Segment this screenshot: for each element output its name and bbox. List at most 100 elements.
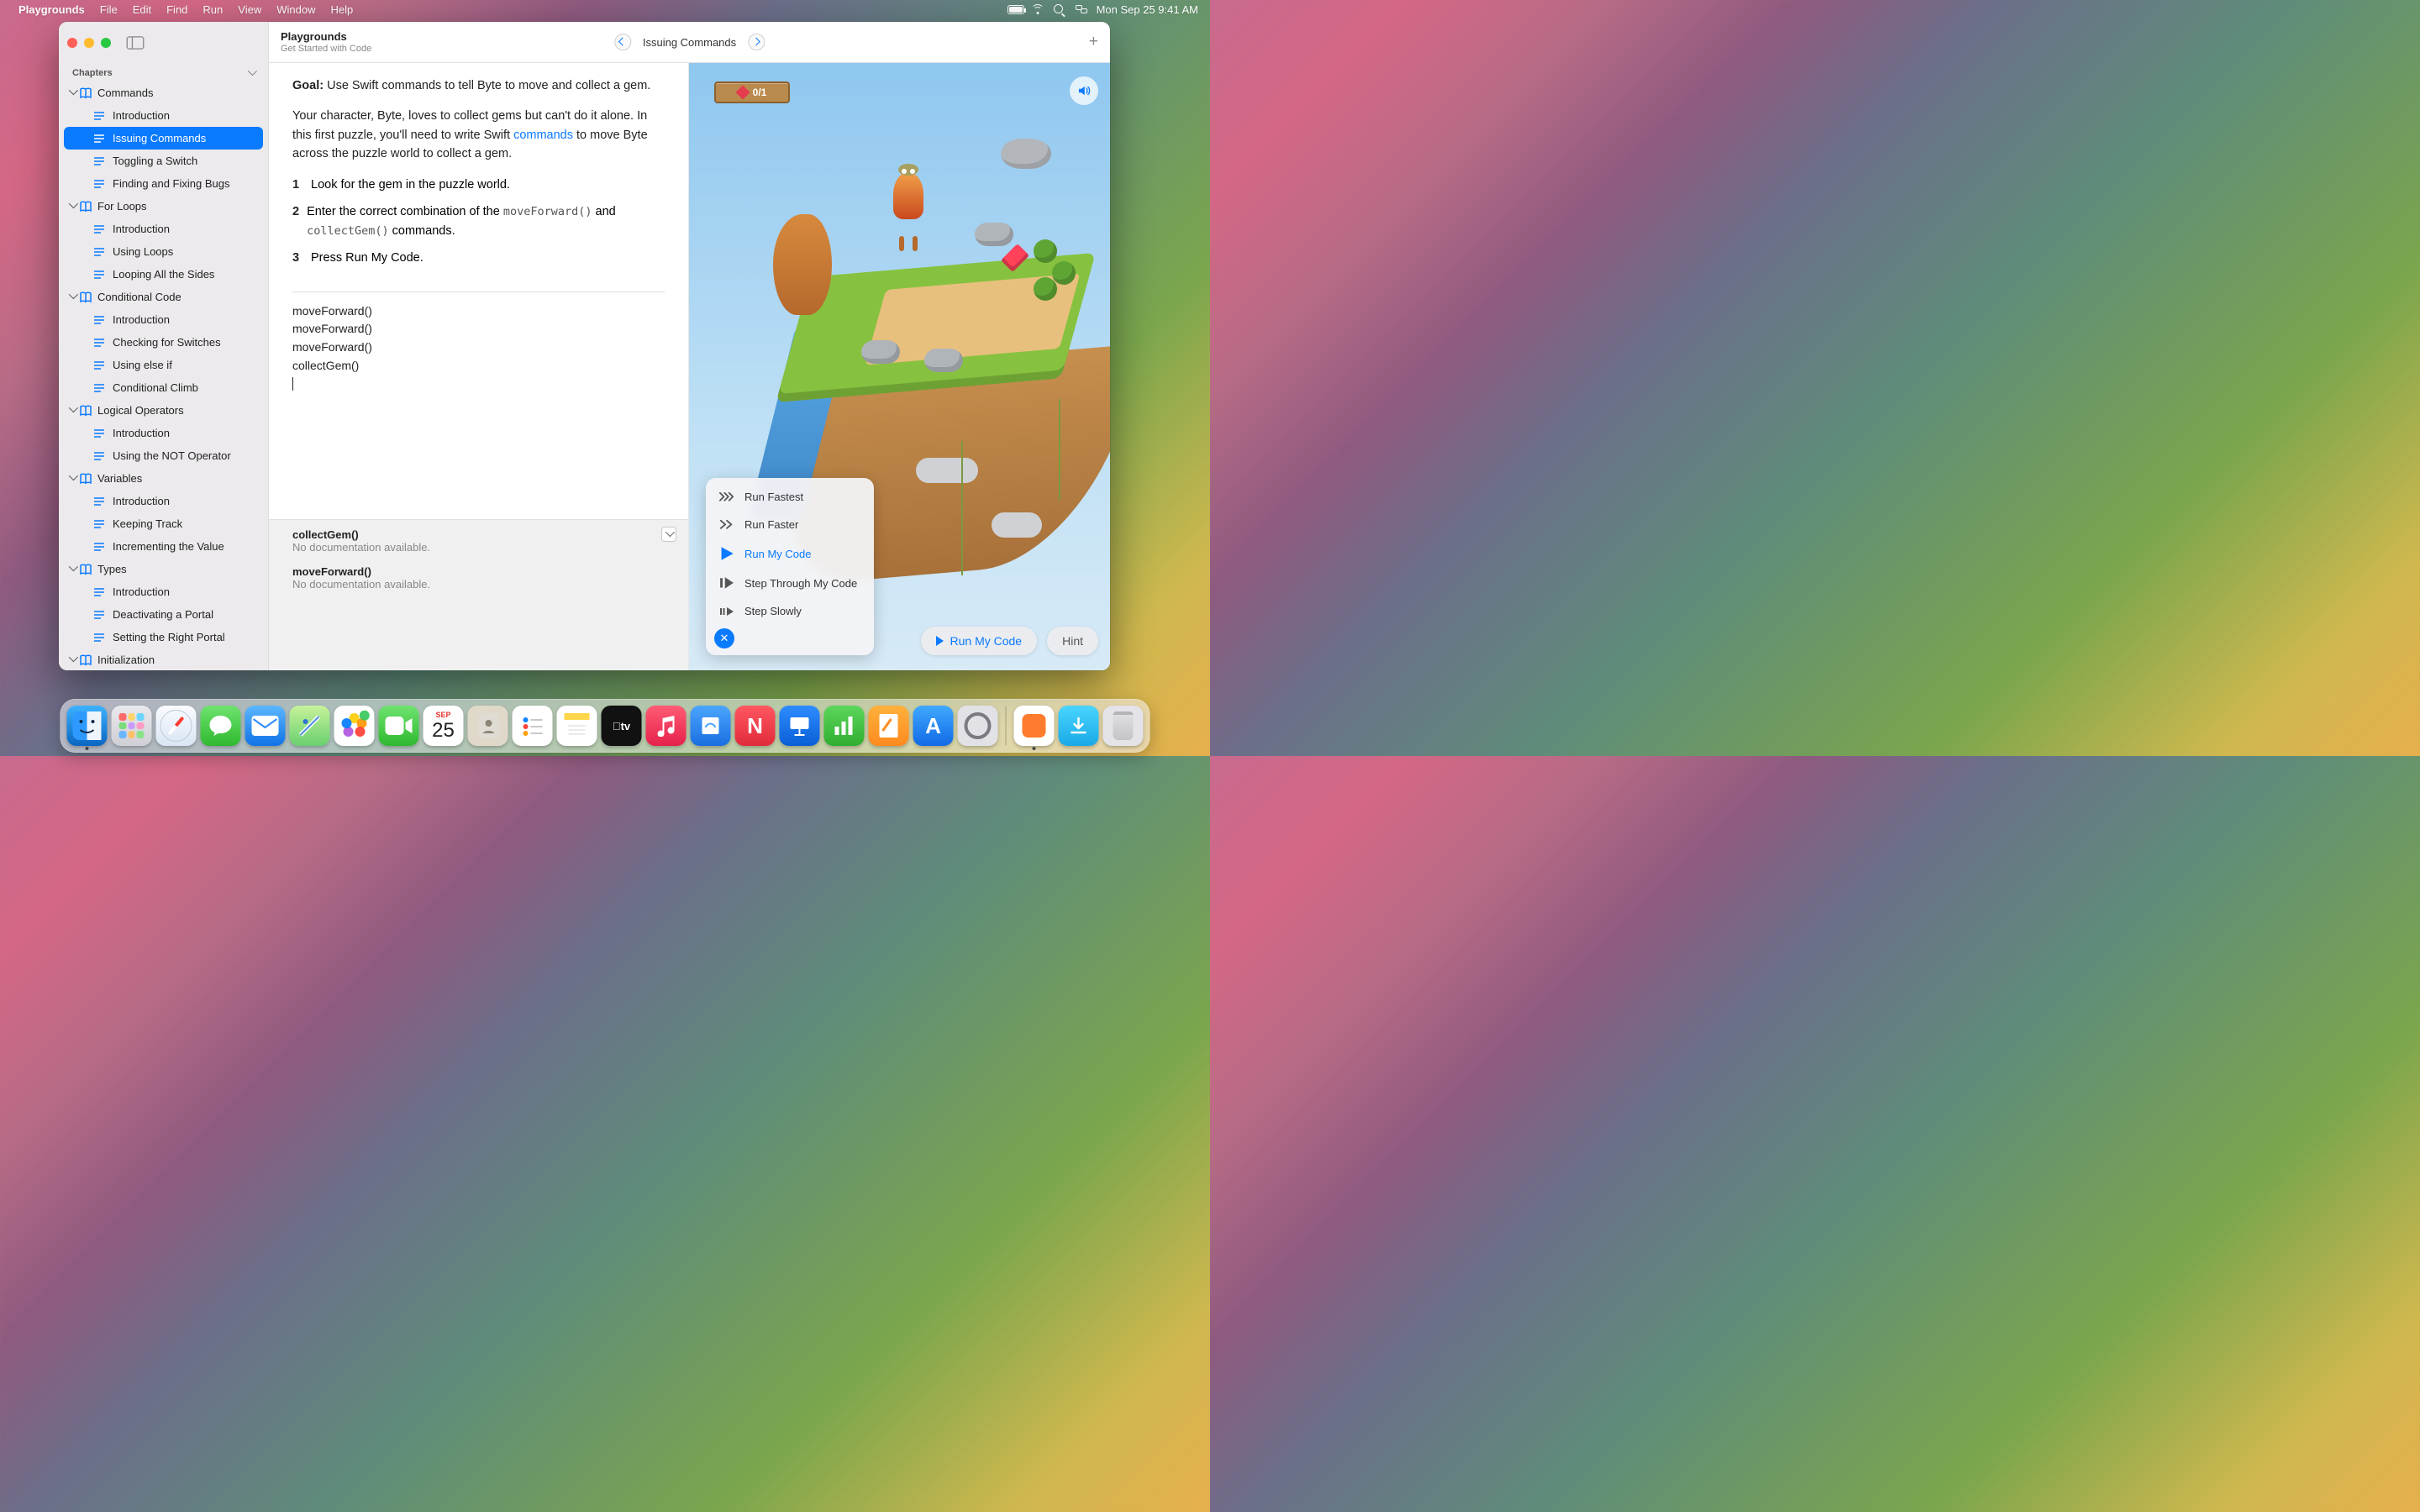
page-row[interactable]: Introduction — [59, 104, 268, 127]
dock-notes[interactable] — [557, 706, 597, 746]
menu-find[interactable]: Find — [166, 3, 187, 16]
run-menu-item[interactable]: Run Fastest — [706, 483, 874, 511]
minimize-window-button[interactable] — [84, 38, 94, 48]
chapter-row[interactable]: Commands — [59, 81, 268, 104]
dock-maps[interactable] — [290, 706, 330, 746]
dock-app-store[interactable] — [913, 706, 954, 746]
chapter-row[interactable]: Variables — [59, 467, 268, 490]
dock-music[interactable] — [646, 706, 687, 746]
page-title: Deactivating a Portal — [113, 608, 213, 621]
dock-pages[interactable] — [869, 706, 909, 746]
byte-character — [891, 172, 926, 239]
dock-downloads[interactable] — [1059, 706, 1099, 746]
page-title: Issuing Commands — [643, 36, 736, 49]
dock-keynote[interactable] — [780, 706, 820, 746]
collapse-panel-button[interactable] — [661, 527, 676, 542]
add-button[interactable]: + — [1089, 33, 1098, 50]
page-row[interactable]: Looping All the Sides — [59, 263, 268, 286]
run-menu-item[interactable]: Run Faster — [706, 511, 874, 538]
page-row[interactable]: Introduction — [59, 218, 268, 240]
menu-edit[interactable]: Edit — [133, 3, 151, 16]
dock-photos[interactable] — [334, 706, 375, 746]
dock-freeform[interactable] — [691, 706, 731, 746]
next-page-button[interactable] — [748, 34, 765, 50]
chapter-row[interactable]: Initialization — [59, 648, 268, 670]
dock-facetime[interactable] — [379, 706, 419, 746]
page-row[interactable]: Introduction — [59, 490, 268, 512]
menu-help[interactable]: Help — [330, 3, 353, 16]
close-run-menu-button[interactable]: ✕ — [714, 628, 734, 648]
spotlight-icon[interactable] — [1051, 4, 1068, 15]
dock-contacts[interactable] — [468, 706, 508, 746]
sidebar-toggle-icon[interactable] — [126, 36, 145, 50]
dock-tv[interactable]: tv — [602, 706, 642, 746]
chapter-title: Logical Operators — [97, 404, 184, 417]
dock-swift-playgrounds[interactable] — [1014, 706, 1055, 746]
dock-safari[interactable] — [156, 706, 197, 746]
page-row[interactable]: Conditional Climb — [59, 376, 268, 399]
zoom-window-button[interactable] — [101, 38, 111, 48]
control-center-icon[interactable] — [1073, 5, 1090, 13]
speaker-button[interactable] — [1070, 76, 1098, 105]
dock-reminders[interactable] — [513, 706, 553, 746]
page-row[interactable]: Using else if — [59, 354, 268, 376]
page-row[interactable]: Introduction — [59, 308, 268, 331]
page-row[interactable]: Incrementing the Value — [59, 535, 268, 558]
dock-system-settings[interactable] — [958, 706, 998, 746]
chapter-row[interactable]: For Loops — [59, 195, 268, 218]
hint-button[interactable]: Hint — [1047, 627, 1098, 655]
page-icon — [92, 449, 106, 463]
dock-launchpad[interactable] — [112, 706, 152, 746]
page-row[interactable]: Issuing Commands — [64, 127, 263, 150]
menubar-clock[interactable]: Mon Sep 25 9:41 AM — [1097, 3, 1198, 16]
dock-trash[interactable] — [1103, 706, 1144, 746]
chapter-title: Variables — [97, 472, 142, 485]
run-menu-item[interactable]: Step Through My Code — [706, 569, 874, 597]
menu-file[interactable]: File — [100, 3, 118, 16]
page-title: Toggling a Switch — [113, 155, 197, 167]
page-row[interactable]: Setting the Right Portal — [59, 626, 268, 648]
page-row[interactable]: Introduction — [59, 580, 268, 603]
page-row[interactable]: Using the NOT Operator — [59, 444, 268, 467]
floating-rock-icon — [1001, 139, 1051, 169]
goal-label: Goal: — [292, 79, 324, 92]
prev-page-button[interactable] — [614, 34, 631, 50]
run-menu-item[interactable]: Step Slowly — [706, 597, 874, 625]
run-menu-item[interactable]: Run My Code — [706, 538, 874, 569]
dock-messages[interactable] — [201, 706, 241, 746]
menu-view[interactable]: View — [238, 3, 261, 16]
dock-news[interactable]: N — [735, 706, 776, 746]
page-icon — [92, 631, 106, 644]
chapters-header[interactable]: Chapters — [59, 63, 268, 81]
page-row[interactable]: Toggling a Switch — [59, 150, 268, 172]
commands-link[interactable]: commands — [513, 129, 573, 142]
dock-mail[interactable] — [245, 706, 286, 746]
dock-finder[interactable] — [67, 706, 108, 746]
battery-icon[interactable] — [1007, 5, 1024, 14]
page-row[interactable]: Using Loops — [59, 240, 268, 263]
wifi-icon[interactable] — [1029, 4, 1046, 14]
disclosure-icon — [67, 564, 77, 574]
step-number: 1 — [292, 176, 311, 194]
page-row[interactable]: Introduction — [59, 422, 268, 444]
page-row[interactable]: Keeping Track — [59, 512, 268, 535]
chapter-row[interactable]: Logical Operators — [59, 399, 268, 422]
close-window-button[interactable] — [67, 38, 77, 48]
dock-numbers[interactable] — [824, 706, 865, 746]
menu-window[interactable]: Window — [276, 3, 315, 16]
main-area: Playgrounds Get Started with Code Issuin… — [269, 22, 1110, 670]
page-title: Using the NOT Operator — [113, 449, 231, 462]
chapter-row[interactable]: Types — [59, 558, 268, 580]
page-title: Using else if — [113, 359, 172, 371]
run-my-code-button[interactable]: Run My Code — [921, 627, 1038, 655]
page-row[interactable]: Checking for Switches — [59, 331, 268, 354]
code-editor[interactable]: moveForward()moveForward()moveForward()c… — [269, 302, 688, 393]
dock-calendar[interactable]: SEP25 — [424, 706, 464, 746]
page-row[interactable]: Deactivating a Portal — [59, 603, 268, 626]
app-menu[interactable]: Playgrounds — [18, 3, 85, 16]
chapter-row[interactable]: Conditional Code — [59, 286, 268, 308]
menu-run[interactable]: Run — [203, 3, 223, 16]
page-row[interactable]: Finding and Fixing Bugs — [59, 172, 268, 195]
page-title: Introduction — [113, 109, 170, 122]
book-icon — [79, 563, 92, 576]
